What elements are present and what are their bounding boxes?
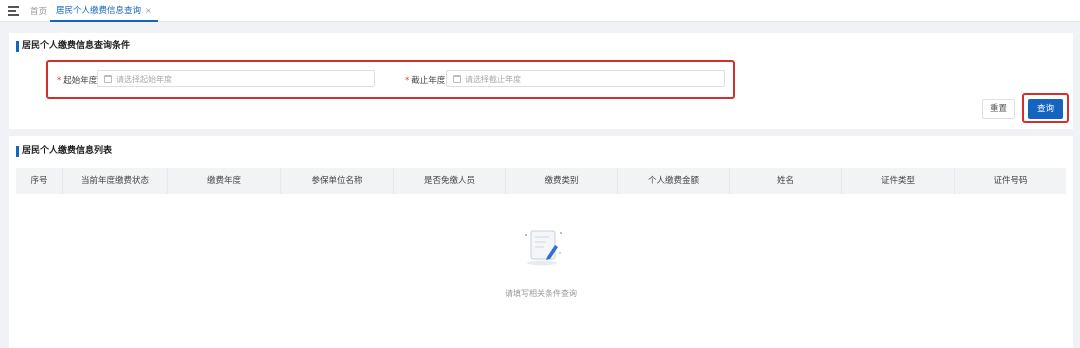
required-mark: *	[405, 76, 410, 86]
query-button[interactable]: 查询	[1028, 99, 1063, 119]
menu-toggle-icon[interactable]	[8, 6, 19, 16]
column-header: 缴费年度	[168, 168, 281, 194]
end-year-label: * 截止年度	[405, 74, 445, 86]
tab-home[interactable]: 首页	[30, 5, 47, 17]
search-section-title: 居民个人缴费信息查询条件	[16, 41, 130, 52]
list-panel: 居民个人缴费信息列表 序号 当前年度缴费状态 缴费年度 参保单位名称 是否免缴人…	[9, 136, 1073, 348]
column-header: 证件类型	[842, 168, 955, 194]
empty-state-text: 请填写相关条件查询	[505, 289, 577, 298]
column-header: 参保单位名称	[281, 168, 394, 194]
list-section-title: 居民个人缴费信息列表	[16, 146, 112, 157]
calendar-icon	[453, 75, 461, 83]
column-header: 缴费类别	[506, 168, 618, 194]
end-year-input[interactable]: 请选择截止年度	[446, 70, 725, 87]
start-year-input[interactable]: 请选择起始年度	[97, 70, 375, 87]
tab-active-label: 居民个人缴费信息查询	[56, 6, 142, 16]
table-header: 序号 当前年度缴费状态 缴费年度 参保单位名称 是否免缴人员 缴费类别 个人缴费…	[16, 168, 1066, 194]
start-year-label-text: 起始年度	[63, 76, 98, 86]
column-header: 序号	[16, 168, 63, 194]
calendar-icon	[104, 75, 112, 83]
column-header: 姓名	[730, 168, 842, 194]
tab-active-query[interactable]: 居民个人缴费信息查询 ×	[50, 1, 158, 22]
empty-document-icon	[525, 230, 562, 266]
tab-close-icon[interactable]: ×	[145, 6, 152, 15]
end-year-label-text: 截止年度	[411, 76, 446, 86]
start-year-label: * 起始年度	[57, 74, 97, 86]
column-header: 当前年度缴费状态	[63, 168, 168, 194]
tab-bar: 首页 居民个人缴费信息查询 ×	[0, 0, 1080, 22]
column-header: 个人缴费金额	[618, 168, 730, 194]
required-mark: *	[57, 76, 62, 86]
reset-button[interactable]: 重置	[982, 99, 1015, 119]
start-year-placeholder: 请选择起始年度	[116, 75, 172, 84]
search-panel: 居民个人缴费信息查询条件 * 起始年度 请选择起始年度 * 截止年度 请选择截止年度…	[9, 33, 1073, 129]
end-year-placeholder: 请选择截止年度	[465, 75, 521, 84]
column-header: 证件号码	[993, 176, 1028, 186]
column-header: 是否免缴人员	[394, 168, 506, 194]
